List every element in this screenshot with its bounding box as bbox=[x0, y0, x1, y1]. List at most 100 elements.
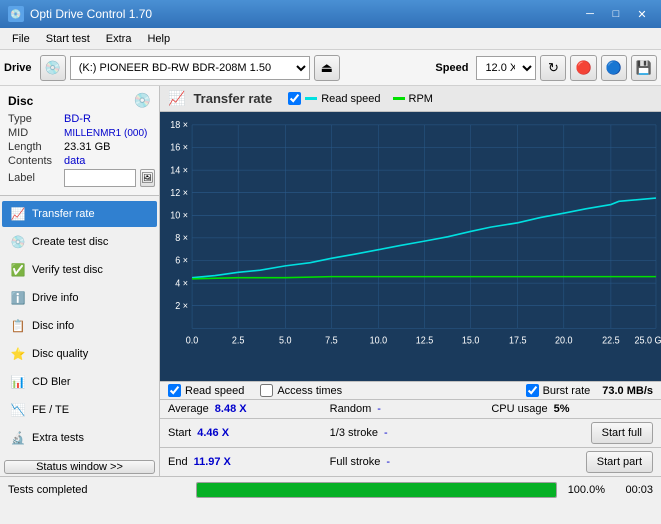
full-stroke-label: Full stroke bbox=[330, 456, 381, 468]
disc-panel: Disc 💿 Type BD-R MID MILLENMR1 (000) Len… bbox=[0, 86, 159, 196]
read-speed-checkbox[interactable] bbox=[168, 384, 181, 397]
extra-tests-icon: 🔬 bbox=[10, 430, 26, 446]
minimize-button[interactable]: ─ bbox=[579, 3, 601, 25]
svg-text:4 ×: 4 × bbox=[175, 278, 188, 288]
chart-header: 📈 Transfer rate Read speed RPM bbox=[160, 86, 661, 112]
read-speed-legend-color bbox=[305, 97, 317, 100]
mid-label: MID bbox=[8, 127, 60, 139]
legend-read-speed-checkbox[interactable] bbox=[288, 92, 301, 105]
svg-text:18 ×: 18 × bbox=[170, 120, 188, 130]
nav-cd-bler[interactable]: 📊 CD Bler bbox=[2, 369, 157, 395]
menu-file[interactable]: File bbox=[4, 31, 38, 47]
svg-text:7.5: 7.5 bbox=[325, 335, 338, 345]
rpm-legend-color bbox=[393, 97, 405, 100]
status-bar: Tests completed 100.0% 00:03 bbox=[0, 476, 661, 502]
svg-text:10 ×: 10 × bbox=[170, 210, 188, 220]
cpu-usage-label: CPU usage bbox=[491, 403, 547, 415]
record-button[interactable]: 🔴 bbox=[570, 55, 596, 81]
svg-text:16 ×: 16 × bbox=[170, 142, 188, 152]
label-browse-button[interactable]: 🖼 bbox=[140, 169, 155, 187]
drive-select[interactable]: (K:) PIONEER BD-RW BDR-208M 1.50 bbox=[70, 56, 310, 80]
nav-disc-quality-label: Disc quality bbox=[32, 348, 88, 360]
title-bar: 💿 Opti Drive Control 1.70 ─ □ ✕ bbox=[0, 0, 661, 28]
drive-info-icon: ℹ️ bbox=[10, 290, 26, 306]
access-times-checkbox-label: Access times bbox=[277, 385, 342, 397]
app-title: Opti Drive Control 1.70 bbox=[30, 7, 152, 21]
stats-row-end: End 11.97 X Full stroke - Start part bbox=[160, 447, 661, 476]
stats-row-average: Average 8.48 X Random - CPU usage 5% bbox=[160, 399, 661, 418]
burst-rate-checkbox[interactable] bbox=[526, 384, 539, 397]
one-third-stroke-value: - bbox=[384, 427, 388, 439]
transfer-rate-icon: 📈 bbox=[10, 206, 26, 222]
maximize-button[interactable]: □ bbox=[605, 3, 627, 25]
contents-label: Contents bbox=[8, 155, 60, 167]
save-button[interactable]: 💾 bbox=[631, 55, 657, 81]
length-label: Length bbox=[8, 141, 60, 153]
nav-disc-quality[interactable]: ⭐ Disc quality bbox=[2, 341, 157, 367]
disc-quality-icon: ⭐ bbox=[10, 346, 26, 362]
svg-text:0.0: 0.0 bbox=[186, 335, 199, 345]
mid-value: MILLENMR1 (000) bbox=[64, 128, 147, 139]
start-label: Start bbox=[168, 427, 191, 439]
menu-help[interactable]: Help bbox=[139, 31, 178, 47]
chart-legend: Read speed RPM bbox=[288, 92, 433, 105]
app-icon: 💿 bbox=[8, 6, 24, 22]
nav-drive-info-label: Drive info bbox=[32, 292, 78, 304]
menu-bar: File Start test Extra Help bbox=[0, 28, 661, 50]
eject-button[interactable]: ⏏ bbox=[314, 55, 340, 81]
speed-select[interactable]: 12.0 X bbox=[476, 56, 536, 80]
nav-extra-tests[interactable]: 🔬 Extra tests bbox=[2, 425, 157, 451]
start-value: 4.46 X bbox=[197, 427, 229, 439]
access-times-checkbox[interactable] bbox=[260, 384, 273, 397]
info-button[interactable]: 🔵 bbox=[601, 55, 627, 81]
disc-icon-button[interactable]: 💿 bbox=[134, 92, 151, 109]
svg-text:22.5: 22.5 bbox=[602, 335, 620, 345]
label-input[interactable] bbox=[64, 169, 136, 187]
stats-row-start: Start 4.46 X 1/3 stroke - Start full bbox=[160, 418, 661, 447]
average-value: 8.48 X bbox=[215, 403, 247, 415]
start-part-button[interactable]: Start part bbox=[586, 451, 653, 473]
svg-text:8 ×: 8 × bbox=[175, 233, 188, 243]
nav-verify-test-disc-label: Verify test disc bbox=[32, 264, 103, 276]
read-speed-checkbox-label: Read speed bbox=[185, 385, 244, 397]
svg-text:15.0: 15.0 bbox=[462, 335, 480, 345]
svg-text:20.0: 20.0 bbox=[555, 335, 573, 345]
progress-bar bbox=[197, 483, 556, 497]
nav-drive-info[interactable]: ℹ️ Drive info bbox=[2, 285, 157, 311]
nav-fe-te[interactable]: 📉 FE / TE bbox=[2, 397, 157, 423]
toolbar: Drive 💿 (K:) PIONEER BD-RW BDR-208M 1.50… bbox=[0, 50, 661, 86]
nav-transfer-rate[interactable]: 📈 Transfer rate bbox=[2, 201, 157, 227]
type-value: BD-R bbox=[64, 113, 91, 125]
menu-extra[interactable]: Extra bbox=[98, 31, 140, 47]
drive-icon-button[interactable]: 💿 bbox=[40, 55, 66, 81]
status-text: Tests completed bbox=[8, 484, 188, 496]
svg-text:17.5: 17.5 bbox=[509, 335, 527, 345]
nav-extra-tests-label: Extra tests bbox=[32, 432, 84, 444]
nav-disc-info[interactable]: 📋 Disc info bbox=[2, 313, 157, 339]
start-full-button[interactable]: Start full bbox=[591, 422, 653, 444]
cpu-usage-value: 5% bbox=[554, 403, 570, 415]
full-stroke-value: - bbox=[386, 456, 390, 468]
nav-verify-test-disc[interactable]: ✅ Verify test disc bbox=[2, 257, 157, 283]
fe-te-icon: 📉 bbox=[10, 402, 26, 418]
progress-container bbox=[196, 482, 557, 498]
checkbox-row: Read speed Access times Burst rate 73.0 … bbox=[160, 381, 661, 399]
svg-text:12.5: 12.5 bbox=[416, 335, 434, 345]
svg-text:5.0: 5.0 bbox=[279, 335, 292, 345]
chart-svg: 18 × 16 × 14 × 12 × 10 × 8 × 6 × bbox=[160, 112, 661, 381]
chart-title: Transfer rate bbox=[193, 91, 272, 106]
end-value: 11.97 X bbox=[194, 456, 231, 468]
verify-test-disc-icon: ✅ bbox=[10, 262, 26, 278]
chart-area: 18 × 16 × 14 × 12 × 10 × 8 × 6 × bbox=[160, 112, 661, 381]
drive-label: Drive bbox=[4, 62, 32, 74]
chart-icon: 📈 bbox=[168, 90, 185, 107]
disc-section-label: Disc bbox=[8, 94, 33, 108]
close-button[interactable]: ✕ bbox=[631, 3, 653, 25]
svg-text:12 ×: 12 × bbox=[170, 188, 188, 198]
refresh-button[interactable]: ↻ bbox=[540, 55, 566, 81]
nav-cd-bler-label: CD Bler bbox=[32, 376, 71, 388]
menu-start-test[interactable]: Start test bbox=[38, 31, 98, 47]
nav-create-test-disc[interactable]: 💿 Create test disc bbox=[2, 229, 157, 255]
contents-value: data bbox=[64, 155, 85, 167]
status-window-button[interactable]: Status window >> bbox=[4, 460, 155, 474]
